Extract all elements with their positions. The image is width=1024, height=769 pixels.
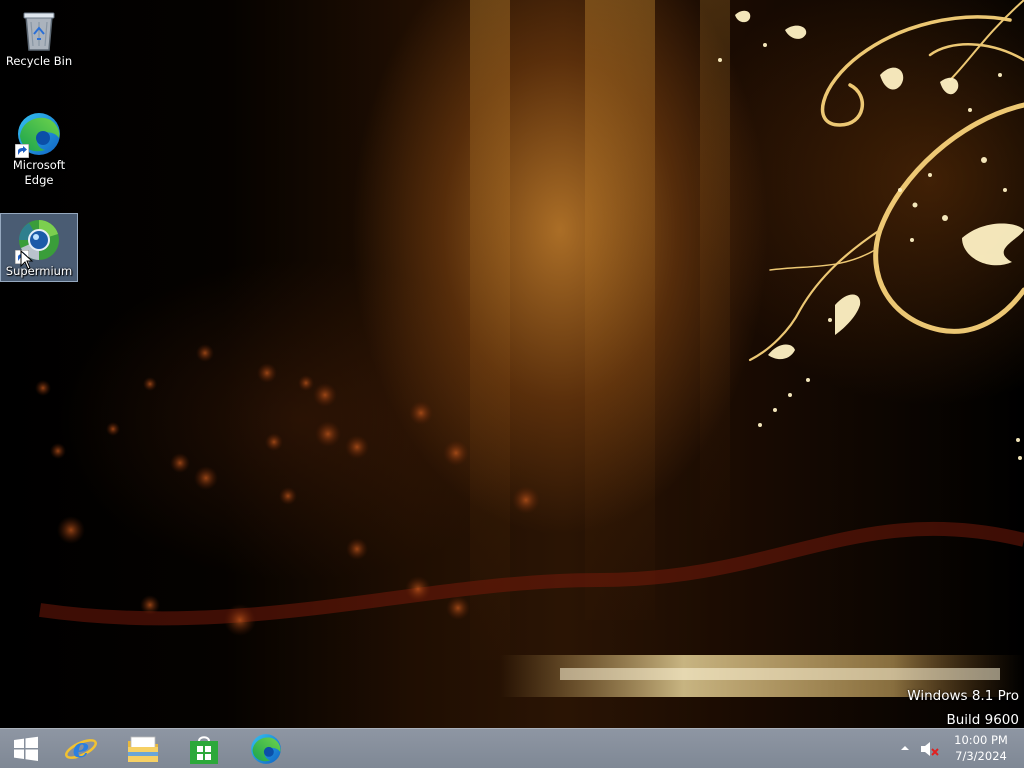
taskbar[interactable]: e 10:00 PM 7/3/2024 (0, 728, 1024, 768)
taskbar-microsoft-edge-button[interactable] (240, 729, 292, 769)
edge-icon (251, 734, 281, 764)
svg-text:e: e (73, 734, 90, 764)
edge-icon (15, 110, 63, 158)
shortcut-arrow-icon (15, 144, 29, 158)
windows-version-watermark: Windows 8.1 Pro Build 9600 (907, 684, 1019, 728)
mouse-cursor-icon (20, 250, 34, 270)
desktop[interactable]: Recycle Bin Microsoft Edge Supermium Win… (0, 0, 1024, 728)
desktop-icon-label: Microsoft Edge (12, 158, 66, 187)
chevron-up-icon (901, 746, 909, 750)
desktop-icon-recycle-bin[interactable]: Recycle Bin (1, 6, 77, 74)
taskbar-clock[interactable]: 10:00 PM 7/3/2024 (946, 732, 1016, 764)
windows-start-icon (14, 736, 38, 761)
desktop-icon-supermium[interactable]: Supermium (0, 213, 78, 282)
wallpaper (35, 0, 1024, 697)
volume-muted-icon (921, 742, 939, 756)
desktop-icon-label: Supermium (5, 264, 73, 278)
taskbar-file-explorer-button[interactable] (117, 729, 169, 769)
desktop-icon-microsoft-edge[interactable]: Microsoft Edge (1, 110, 77, 194)
desktop-icon-label: Recycle Bin (5, 54, 73, 68)
show-hidden-icons-button[interactable] (898, 741, 912, 755)
windows-build-text: Build 9600 (946, 712, 1019, 728)
internet-explorer-icon: e (65, 734, 97, 764)
windows-edition-text: Windows 8.1 Pro (907, 688, 1019, 704)
recycle-bin-icon (15, 6, 63, 54)
volume-button[interactable] (920, 741, 940, 757)
file-explorer-icon (128, 736, 158, 762)
clock-date: 7/3/2024 (955, 749, 1007, 763)
clock-time: 10:00 PM (954, 733, 1008, 747)
taskbar-store-button[interactable] (178, 729, 230, 769)
store-icon (190, 736, 218, 764)
start-button[interactable] (0, 729, 52, 769)
taskbar-internet-explorer-button[interactable]: e (55, 729, 107, 769)
